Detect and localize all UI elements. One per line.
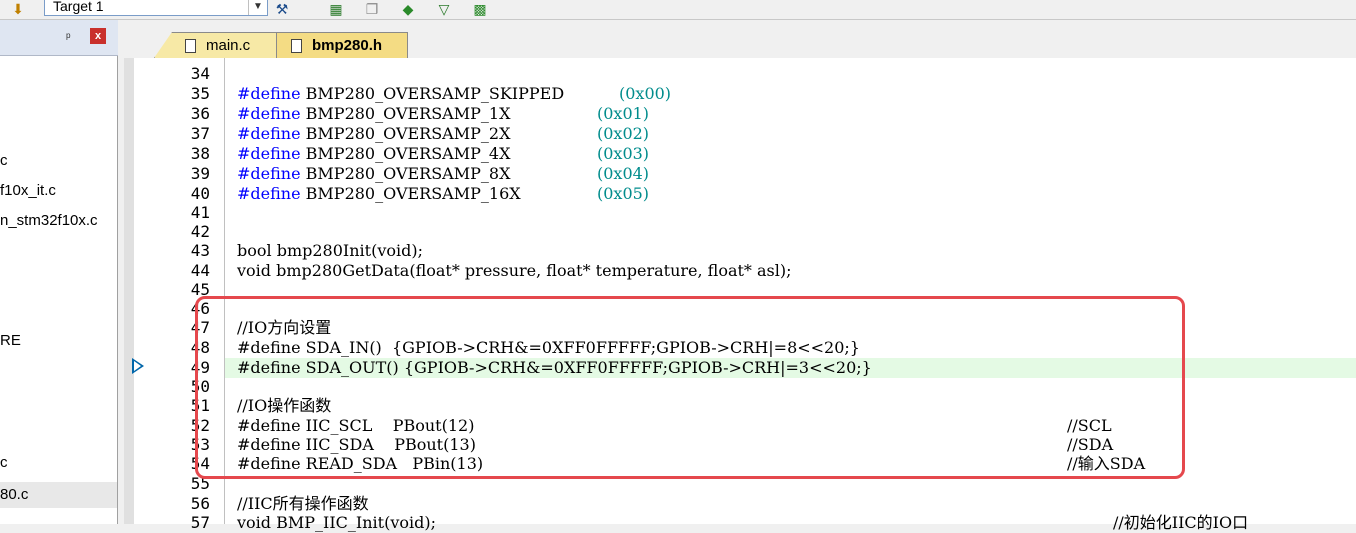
- project-tree-item[interactable]: c: [0, 152, 8, 169]
- current-line-arrow-icon: [132, 358, 144, 374]
- code-line[interactable]: #define SDA_IN() {GPIOB->CRH&=0XFF0FFFFF…: [237, 338, 860, 358]
- line-number: 44: [190, 261, 210, 280]
- editor-tab-strip: main.c bmp280.h: [118, 20, 1356, 58]
- code-line[interactable]: void bmp280GetData(float* pressure, floa…: [237, 261, 792, 281]
- code-directive: #define: [237, 124, 301, 143]
- code-token: BMP280_OVERSAMP_1X: [305, 104, 511, 123]
- code-line[interactable]: void BMP_IIC_Init(void);: [237, 513, 436, 533]
- project-panel: ᵖ x c f10x_it.c n_stm32f10x.c RE c 80.c: [0, 20, 118, 524]
- code-trailing-comment: //初始化IIC的IO口: [1113, 513, 1249, 532]
- target-select-value: Target 1: [53, 0, 104, 14]
- code-trailing-comment: //SDA: [1067, 435, 1114, 454]
- code-token: BMP280_OVERSAMP_4X: [305, 144, 511, 163]
- code-directive: #define: [237, 84, 301, 103]
- pack-icon[interactable]: ◆: [398, 0, 418, 17]
- line-number: 39: [190, 164, 210, 183]
- code-value: (0x00): [619, 84, 672, 103]
- close-icon[interactable]: x: [90, 28, 106, 44]
- pin-icon[interactable]: ᵖ: [66, 30, 71, 44]
- line-number: 45: [190, 280, 210, 299]
- line-number: 57: [190, 513, 210, 532]
- code-token: BMP280_OVERSAMP_2X: [305, 124, 511, 143]
- code-comment[interactable]: //IO操作函数: [237, 396, 331, 416]
- line-number: 37: [190, 124, 210, 143]
- line-number: 50: [190, 377, 210, 396]
- code-line[interactable]: #define IIC_SCL PBout(12): [237, 416, 474, 436]
- line-number: 51: [190, 396, 210, 415]
- code-line[interactable]: #define BMP280_OVERSAMP_SKIPPED (0x00): [237, 84, 671, 104]
- line-number: 48: [190, 338, 210, 357]
- code-comment[interactable]: //IO方向设置: [237, 318, 331, 338]
- code-value: (0x03): [597, 144, 650, 163]
- code-directive: #define: [237, 144, 301, 163]
- document-icon: [185, 38, 196, 53]
- code-line[interactable]: #define READ_SDA PBin(13): [237, 454, 483, 474]
- tab-bmp280-h[interactable]: bmp280.h: [276, 32, 408, 58]
- code-value: (0x05): [597, 184, 650, 203]
- line-number: 41: [190, 203, 210, 222]
- project-tree-item-selected[interactable]: 80.c: [0, 482, 117, 508]
- code-line[interactable]: #define BMP280_OVERSAMP_2X (0x02): [237, 124, 649, 144]
- code-line[interactable]: #define SDA_OUT() {GPIOB->CRH&=0XFF0FFFF…: [237, 358, 872, 378]
- code-directive: #define: [237, 184, 301, 203]
- tab-label: main.c: [206, 37, 251, 54]
- build-target-icon[interactable]: ⬇: [8, 0, 28, 17]
- code-directive: #define: [237, 164, 301, 183]
- debug-icon[interactable]: ▩: [470, 0, 490, 17]
- code-line[interactable]: bool bmp280Init(void);: [237, 241, 423, 261]
- code-line[interactable]: #define BMP280_OVERSAMP_1X (0x01): [237, 104, 649, 124]
- chevron-down-icon[interactable]: ▼: [248, 0, 267, 15]
- code-token: BMP280_OVERSAMP_SKIPPED: [305, 84, 565, 103]
- manage-icon[interactable]: ▦: [326, 0, 346, 17]
- options-icon[interactable]: ⚒: [272, 0, 292, 17]
- code-token: BMP280_OVERSAMP_16X: [305, 184, 521, 203]
- line-number: 40: [190, 184, 210, 203]
- line-number: 42: [190, 222, 210, 241]
- code-directive: #define: [237, 104, 301, 123]
- toolbar: ⬇ Target 1 ▼ ⚒ ▦ ❐ ◆ ▽ ▩: [0, 0, 1356, 20]
- project-tree-item[interactable]: f10x_it.c: [0, 182, 56, 199]
- line-number: 55: [190, 474, 210, 493]
- code-editor[interactable]: #define BMP280_OVERSAMP_SKIPPED (0x00) #d…: [224, 58, 1356, 532]
- project-tree-item[interactable]: RE: [0, 332, 21, 349]
- target-select[interactable]: Target 1 ▼: [44, 0, 268, 16]
- line-number: 36: [190, 104, 210, 123]
- document-icon: [291, 38, 302, 53]
- tab-label: bmp280.h: [312, 37, 383, 54]
- project-tree-item[interactable]: c: [0, 454, 8, 471]
- code-value: (0x01): [597, 104, 650, 123]
- line-number: 49: [190, 358, 210, 377]
- filter-icon[interactable]: ▽: [434, 0, 454, 17]
- line-number: 47: [190, 318, 210, 337]
- line-number: 52: [190, 416, 210, 435]
- line-number: 38: [190, 144, 210, 163]
- code-token: BMP280_OVERSAMP_8X: [305, 164, 511, 183]
- code-line[interactable]: #define BMP280_OVERSAMP_16X (0x05): [237, 184, 649, 204]
- line-number: 56: [190, 494, 210, 513]
- line-number: 54: [190, 454, 210, 473]
- line-number: 46: [190, 299, 210, 318]
- line-number: 53: [190, 435, 210, 454]
- code-line[interactable]: #define BMP280_OVERSAMP_8X (0x04): [237, 164, 649, 184]
- line-number: 35: [190, 84, 210, 103]
- code-line[interactable]: #define IIC_SDA PBout(13): [237, 435, 476, 455]
- line-number: 43: [190, 241, 210, 260]
- code-trailing-comment: //输入SDA: [1067, 454, 1146, 473]
- project-panel-header: ᵖ x: [0, 20, 118, 56]
- copy-icon[interactable]: ❐: [362, 0, 382, 17]
- code-value: (0x02): [597, 124, 650, 143]
- line-number-column: 34 35 36 37 38 39 40 41 42 43 44 45 46 4…: [134, 58, 224, 532]
- code-line[interactable]: #define BMP280_OVERSAMP_4X (0x03): [237, 144, 649, 164]
- project-tree-item[interactable]: n_stm32f10x.c: [0, 212, 98, 229]
- code-trailing-comment: //SCL: [1067, 416, 1112, 435]
- code-value: (0x04): [597, 164, 650, 183]
- code-comment[interactable]: //IIC所有操作函数: [237, 494, 369, 514]
- line-number: 34: [190, 64, 210, 83]
